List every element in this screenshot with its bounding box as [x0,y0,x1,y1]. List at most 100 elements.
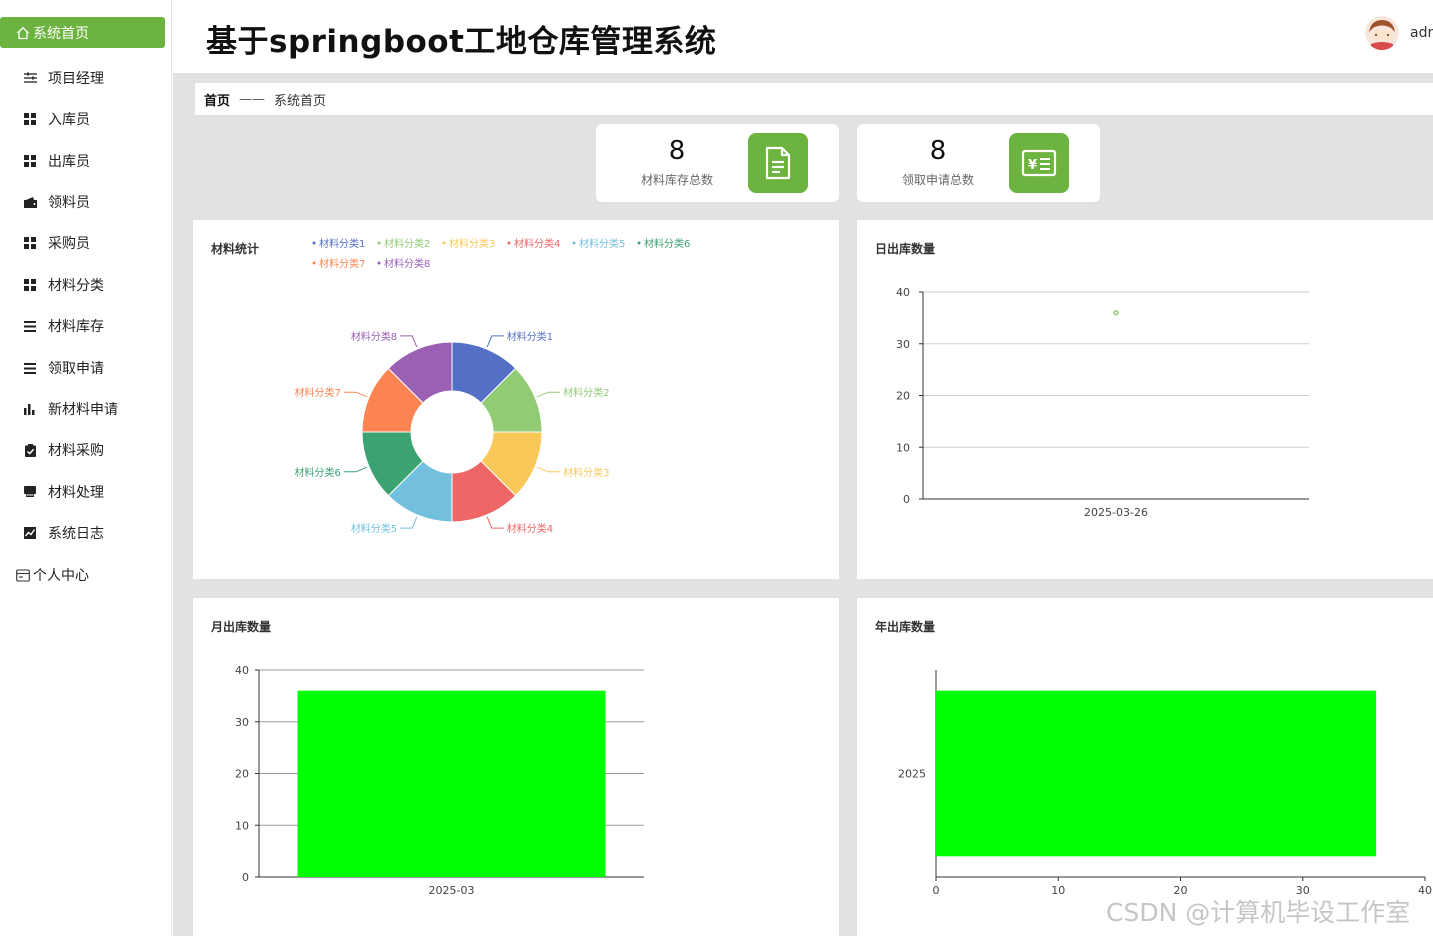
legend-item: 材料分类2 [384,237,430,250]
sidebar-item-label: 领取申请 [48,361,104,377]
sidebar-item-2[interactable]: 入库员 [0,104,172,134]
label-line [486,516,504,529]
sidebar-item-label: 出库员 [48,154,90,170]
top-header: 基于springboot工地仓库管理系统 adr [173,0,1433,73]
id-card-icon [16,568,30,582]
stat-card-requests: 8 领取申请总数 ¥ [857,124,1100,202]
sliders-icon [23,71,37,85]
label-line [486,335,504,348]
sidebar-item-11[interactable]: 材料处理 [0,477,172,507]
sidebar-item-6[interactable]: 材料分类 [0,270,172,300]
printer-icon [23,485,37,499]
slice-label: 材料分类6 [295,466,341,479]
home-icon [17,26,29,39]
wallet-icon [23,195,37,209]
panel-daily-outbound: 日出库数量 0 10 20 30 40 2025-03-26 [857,220,1433,579]
y-tick-label: 2025 [898,768,926,781]
legend-marker [442,241,446,245]
yen-receipt-icon: ¥ [1009,133,1069,193]
slice-label: 材料分类3 [563,466,609,479]
legend-item: 材料分类6 [644,237,690,250]
list-icon [23,319,37,333]
main-content: 首页 —— 系统首页 8 材料库存总数 8 领取申请总数 ¥ 材料统计 材料分类… [173,73,1433,936]
document-icon [748,133,808,193]
x-tick-label: 0 [933,884,940,897]
sidebar-item-label: 新材料申请 [48,402,118,418]
y-tick-label: 30 [896,338,910,351]
y-tick-label: 40 [235,664,249,677]
sidebar-item-home[interactable]: 系统首页 [0,17,165,48]
y-tick-label: 40 [896,286,910,299]
label-line [343,466,368,473]
sidebar-item-3[interactable]: 出库员 [0,146,172,176]
watermark: CSDN @计算机毕设工作室 [1106,898,1411,927]
sidebar-item-label: 材料库存 [48,319,104,335]
list-icon [23,361,37,375]
sidebar-item-label: 入库员 [48,112,90,128]
sidebar-item-label: 个人中心 [33,568,89,584]
sidebar: 系统首页 项目经理入库员出库员领料员采购员材料分类材料库存领取申请新材料申请材料… [0,0,172,936]
legend-item: 材料分类5 [579,237,625,250]
legend-item: 材料分类4 [514,237,560,250]
sidebar-item-label: 采购员 [48,236,90,252]
slice-label: 材料分类4 [507,522,553,535]
label-line [400,335,418,348]
sidebar-item-12[interactable]: 系统日志 [0,518,172,548]
label-line [343,391,368,398]
sidebar-item-8[interactable]: 领取申请 [0,353,172,383]
grid-icon [23,112,37,126]
label-line [536,466,561,473]
x-tick-label: 2025-03 [429,884,475,897]
x-tick-label: 10 [1051,884,1065,897]
avatar[interactable] [1365,16,1399,50]
x-tick-label: 2025-03-26 [1084,506,1148,519]
legend-marker [377,261,381,265]
stat-card-inventory: 8 材料库存总数 [596,124,839,202]
legend-item: 材料分类7 [319,257,365,270]
monthly-bar-chart: 0 10 20 30 40 2025-03 [235,664,644,897]
sidebar-item-label: 系统首页 [33,25,89,42]
stat-value: 8 [668,136,686,166]
yearly-bar-chart: 0 10 20 30 402025 [898,670,1432,897]
slice-label: 材料分类1 [507,330,553,343]
sidebar-item-1[interactable]: 项目经理 [0,63,172,93]
sidebar-item-personal-center[interactable]: 个人中心 [0,560,172,590]
slice-label: 材料分类8 [351,330,397,343]
grid-icon [23,236,37,250]
sidebar-item-10[interactable]: 材料采购 [0,435,172,465]
breadcrumb-current: 系统首页 [274,93,327,109]
legend-marker [377,241,381,245]
y-tick-label: 10 [235,819,249,832]
y-tick-label: 30 [235,716,249,729]
legend-marker [312,241,316,245]
breadcrumb-home[interactable]: 首页 [204,90,230,109]
stat-label: 材料库存总数 [640,173,713,187]
legend-marker [312,261,316,265]
bar-chart-icon [23,402,37,416]
grid-icon [23,154,37,168]
sidebar-item-5[interactable]: 采购员 [0,228,172,258]
slice-label: 材料分类2 [563,386,609,399]
clipboard-check-icon [23,443,37,457]
sidebar-item-7[interactable]: 材料库存 [0,311,172,341]
pie-chart: 材料分类1 材料分类2 材料分类3 材料分类4 材料分类5 材料分类6 材料分类7 材料分类8… [295,237,691,535]
sidebar-item-label: 项目经理 [48,71,104,87]
y-tick-label: 20 [235,768,249,781]
y-tick-label: 0 [903,493,910,506]
panel-material-stats: 材料统计 材料分类1 材料分类2 材料分类3 材料分类4 材料分类5 材料分类6 材料分类7… [193,220,839,579]
page-title: 基于springboot工地仓库管理系统 [206,24,717,60]
username[interactable]: adr [1410,25,1433,41]
sidebar-item-label: 材料处理 [48,485,104,501]
legend-marker [507,241,511,245]
slice-label: 材料分类7 [295,386,341,399]
sidebar-item-4[interactable]: 领料员 [0,187,172,217]
legend-marker [637,241,641,245]
label-line [400,516,418,529]
legend-item: 材料分类1 [319,237,365,250]
y-tick-label: 20 [896,390,910,403]
sidebar-item-9[interactable]: 新材料申请 [0,394,172,424]
breadcrumb-separator: —— [239,91,266,107]
bar [936,690,1377,857]
sidebar-item-label: 材料采购 [48,443,104,459]
slice-label: 材料分类5 [351,522,397,535]
